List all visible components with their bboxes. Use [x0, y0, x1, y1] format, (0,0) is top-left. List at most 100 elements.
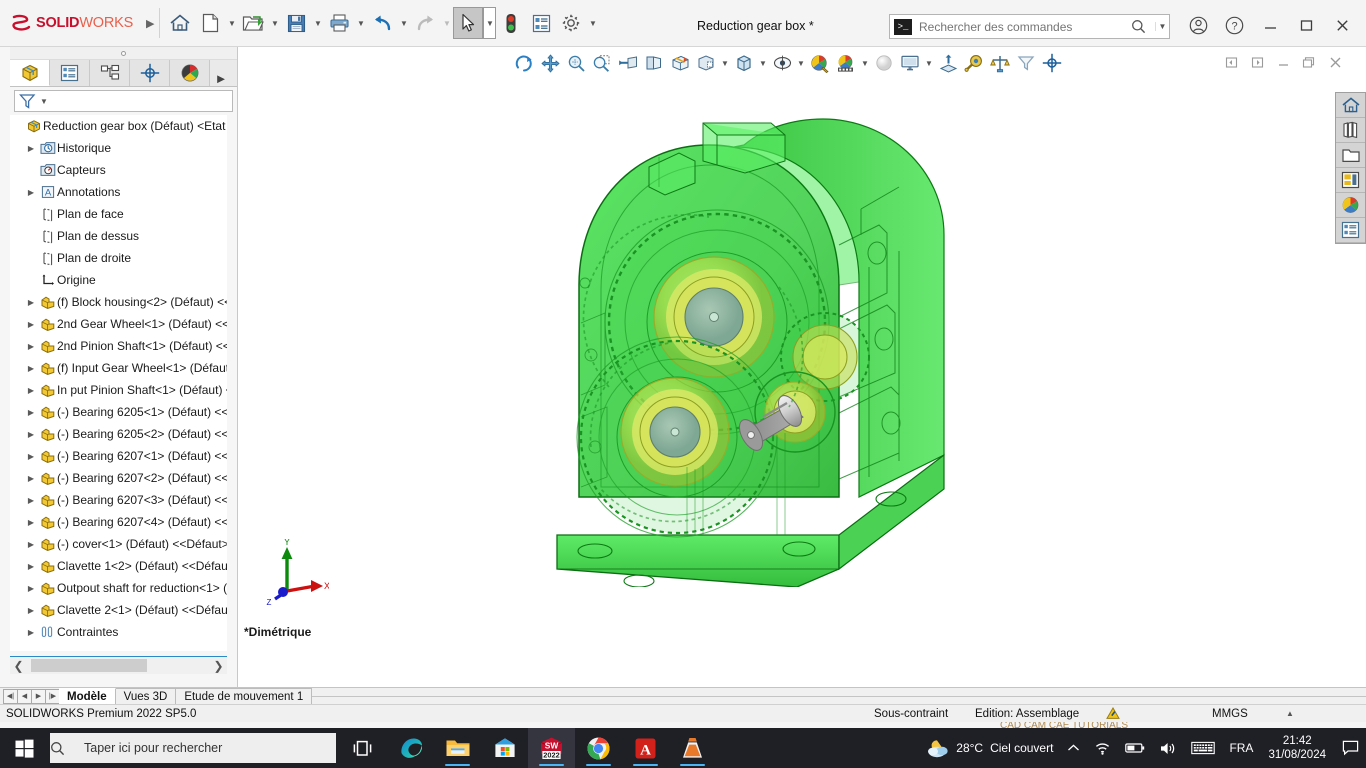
expand-arrow-icon[interactable]: ▶	[24, 540, 38, 549]
section-view-button[interactable]	[615, 49, 641, 77]
tree-node-historique[interactable]: ▶ Historique	[10, 137, 227, 159]
tab-modele[interactable]: Modèle	[59, 688, 116, 704]
tree-node-outpout-shaft[interactable]: ▶ Outpout shaft for reduction<1> (I	[10, 577, 227, 599]
display-button[interactable]	[897, 49, 923, 77]
google-chrome-icon[interactable]	[575, 728, 622, 768]
keyboard-layout-button[interactable]	[1184, 741, 1222, 755]
network-button[interactable]	[1087, 741, 1118, 756]
expand-arrow-icon[interactable]: ▶	[24, 518, 38, 527]
notification-center-button[interactable]	[1334, 740, 1366, 756]
filter-dropdown-icon[interactable]: ▼	[40, 97, 48, 106]
command-search-box[interactable]: >_ Rechercher des commandes ▼	[889, 14, 1170, 39]
mass-properties-button[interactable]	[987, 49, 1013, 77]
units-dropdown-icon[interactable]: ▲	[1286, 709, 1294, 718]
scrollbar-thumb[interactable]	[31, 659, 147, 672]
feature-manager-tab[interactable]	[10, 60, 50, 86]
gearbox-3d-model[interactable]	[539, 117, 969, 587]
tree-node-capteurs[interactable]: Capteurs	[10, 159, 227, 181]
tree-node-2nd-gear-wheel[interactable]: ▶ 2nd Gear Wheel<1> (Défaut) <<D	[10, 313, 227, 335]
hide-show-dropdown-icon[interactable]: ▼	[719, 59, 731, 68]
zoom-fit-button[interactable]	[563, 49, 589, 77]
task-view-icon[interactable]	[340, 728, 387, 768]
file-properties-button[interactable]	[526, 7, 556, 39]
solidworks-resources-icon[interactable]	[1336, 93, 1365, 118]
display-manager-tab[interactable]	[170, 60, 210, 86]
redo-dropdown-icon[interactable]: ▼	[440, 7, 453, 39]
expand-arrow-icon[interactable]: ▶	[24, 562, 38, 571]
expand-arrow-icon[interactable]: ▶	[24, 144, 38, 153]
undo-dropdown-icon[interactable]: ▼	[397, 7, 410, 39]
tree-node-contraintes[interactable]: ▶ Contraintes	[10, 621, 227, 643]
display-style-button[interactable]	[667, 49, 693, 77]
print-dropdown-icon[interactable]: ▼	[354, 7, 367, 39]
new-document-button[interactable]	[195, 7, 225, 39]
previous-view-button[interactable]	[511, 49, 537, 77]
scrollbar-track[interactable]	[27, 658, 210, 673]
adobe-acrobat-icon[interactable]: A	[622, 728, 669, 768]
tree-node-input-pinion-shaft[interactable]: ▶ In put Pinion Shaft<1> (Défaut) <	[10, 379, 227, 401]
expand-arrow-icon[interactable]: ▶	[24, 320, 38, 329]
redo-button[interactable]	[410, 7, 440, 39]
options-button[interactable]	[556, 7, 586, 39]
appearance-button[interactable]	[807, 49, 833, 77]
restore-right-button[interactable]	[1244, 50, 1270, 74]
expand-arrow-icon[interactable]: ▶	[24, 364, 38, 373]
design-library-icon[interactable]	[1336, 118, 1365, 143]
solidworks-2022-icon[interactable]: SW 2022	[528, 728, 575, 768]
tree-filter-bar[interactable]: ▼	[14, 90, 233, 112]
next-tab-button[interactable]: ▶	[31, 688, 46, 704]
minimize-button[interactable]	[1252, 10, 1288, 40]
measure-button[interactable]	[961, 49, 987, 77]
scroll-right-icon[interactable]: ❯	[210, 659, 227, 673]
user-account-button[interactable]	[1180, 10, 1216, 40]
expand-arrow-icon[interactable]: ▶	[24, 474, 38, 483]
select-dropdown-icon[interactable]: ▼	[483, 7, 497, 39]
apply-scene-dropdown-icon[interactable]: ▼	[757, 59, 769, 68]
options-dropdown-icon[interactable]: ▼	[586, 7, 599, 39]
windows-start-button[interactable]	[0, 728, 48, 768]
graphics-viewport[interactable]: ▼ ▼ ▼ ▼ ▼ Y X Z *Dimétrique	[239, 47, 1366, 687]
document-restore-button[interactable]	[1296, 50, 1322, 74]
save-dropdown-icon[interactable]: ▼	[311, 7, 324, 39]
open-document-dropdown-icon[interactable]: ▼	[268, 7, 281, 39]
view-settings-button[interactable]	[769, 49, 795, 77]
tree-node-annotations[interactable]: ▶ A Annotations	[10, 181, 227, 203]
tree-node-block-housing[interactable]: ▶ (f) Block housing<2> (Défaut) <<	[10, 291, 227, 313]
view-orientation-button[interactable]	[641, 49, 667, 77]
display-dropdown-icon[interactable]: ▼	[923, 59, 935, 68]
appearances-scenes-icon[interactable]	[1336, 193, 1365, 218]
feature-tree[interactable]: Reduction gear box (Défaut) <Etat d'a ▶ …	[10, 115, 227, 651]
expand-arrow-icon[interactable]: ▶	[24, 606, 38, 615]
language-indicator[interactable]: FRA	[1222, 741, 1260, 755]
home-button[interactable]	[165, 7, 195, 39]
print-button[interactable]	[324, 7, 354, 39]
zoom-area-button[interactable]	[589, 49, 615, 77]
close-button[interactable]	[1324, 10, 1360, 40]
expand-arrow-icon[interactable]: ▶	[24, 188, 38, 197]
tree-node-input-gear-wheel[interactable]: ▶ (f) Input Gear Wheel<1> (Défaut)	[10, 357, 227, 379]
tree-node-clavette-2[interactable]: ▶ Clavette 2<1> (Défaut) <<Défaut:	[10, 599, 227, 621]
tree-node-bearing-6207-2[interactable]: ▶ (-) Bearing 6207<2> (Défaut) <<D	[10, 467, 227, 489]
taskbar-clock[interactable]: 21:42 31/08/2024	[1260, 734, 1334, 763]
expand-arrow-icon[interactable]: ▶	[24, 452, 38, 461]
file-explorer-icon[interactable]	[1336, 143, 1365, 168]
search-input[interactable]: Rechercher des commandes	[912, 20, 1131, 34]
search-icon[interactable]	[1131, 19, 1155, 34]
tree-node-plan-de-face[interactable]: Plan de face	[10, 203, 227, 225]
windows-search-box[interactable]: Taper ici pour rechercher	[50, 733, 336, 763]
weather-widget[interactable]: 28°C Ciel couvert	[918, 737, 1060, 759]
new-document-dropdown-icon[interactable]: ▼	[225, 7, 238, 39]
expand-arrow-icon[interactable]: ▶	[24, 408, 38, 417]
last-tab-button[interactable]: |▶	[45, 688, 60, 704]
expand-arrow-icon[interactable]: ▶	[24, 298, 38, 307]
tree-node-clavette-1[interactable]: ▶ Clavette 1<2> (Défaut) <<Défaut:	[10, 555, 227, 577]
tree-node-2nd-pinion-shaft[interactable]: ▶ 2nd Pinion Shaft<1> (Défaut) <<[	[10, 335, 227, 357]
search-dropdown-icon[interactable]: ▼	[1155, 22, 1169, 31]
help-button[interactable]: ?	[1216, 10, 1252, 40]
save-button[interactable]	[281, 7, 311, 39]
first-tab-button[interactable]: ◀|	[3, 688, 18, 704]
expand-arrow-icon[interactable]: ▶	[24, 584, 38, 593]
tree-node-plan-de-droite[interactable]: Plan de droite	[10, 247, 227, 269]
volume-button[interactable]	[1152, 741, 1184, 756]
file-explorer-icon[interactable]	[434, 728, 481, 768]
